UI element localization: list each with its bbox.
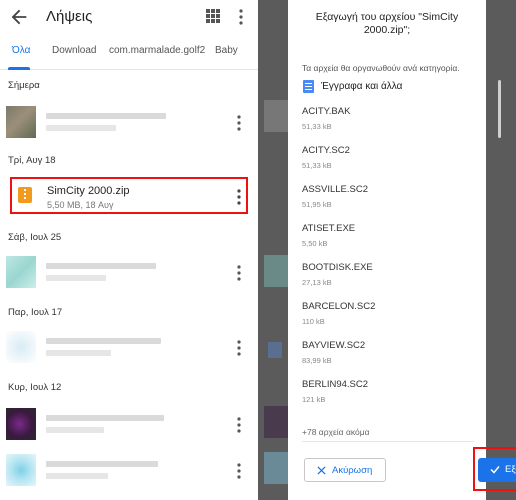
tab-download[interactable]: Download [52, 45, 96, 56]
check-icon [490, 466, 500, 474]
tab-golf[interactable]: com.marmalade.golf2 [109, 45, 205, 56]
file-meta: 5,50 MB, 18 Αυγ [47, 200, 114, 210]
blurred-file-meta [46, 125, 116, 131]
blurred-file-name [46, 113, 166, 119]
file-thumbnail [6, 331, 36, 363]
extract-dialog: Εξαγωγή του αρχείου "SimCity 2000.zip"; … [288, 0, 501, 500]
cancel-button[interactable]: Ακύρωση [304, 458, 386, 482]
zip-file-icon [18, 187, 32, 203]
downloads-screen: Λήψεις Όλα Download com.marmalade.golf2 … [0, 0, 258, 500]
file-list-item-name: ACITY.BAK [302, 106, 351, 117]
back-arrow-icon [266, 8, 282, 24]
file-list-item-name: ATISET.EXE [302, 223, 356, 234]
more-vert-icon[interactable] [234, 188, 244, 206]
blurred-file-meta [46, 473, 108, 479]
list-item[interactable] [0, 250, 258, 296]
more-vert-icon[interactable] [234, 462, 244, 480]
blurred-file-name [46, 338, 161, 344]
cancel-button-label: Ακύρωση [332, 465, 373, 476]
dialog-title: Εξαγωγή του αρχείου "SimCity 2000.zip"; [315, 11, 459, 36]
file-list-item-name: BAYVIEW.SC2 [302, 340, 366, 351]
back-arrow-icon[interactable] [8, 6, 30, 28]
section-header-jul-12: Κυρ, Ιουλ 12 [8, 382, 62, 393]
tab-all[interactable]: Όλα [12, 45, 30, 56]
blurred-file-name [46, 461, 158, 467]
document-icon [303, 80, 314, 93]
list-item[interactable] [0, 402, 258, 448]
app-bar: Λήψεις [0, 0, 258, 34]
file-thumbnail [6, 408, 36, 440]
file-thumbnail [6, 454, 36, 486]
file-list-item-name: ASSVILLE.SC2 [302, 184, 369, 195]
extract-dialog-screen: Εξαγωγή του αρχείου "SimCity 2000.zip"; … [258, 0, 516, 500]
file-list-item-size: 51,33 kB [302, 122, 332, 131]
section-header-jul-25: Σάβ, Ιουλ 25 [8, 232, 62, 243]
file-thumbnail [6, 106, 36, 138]
section-header-today: Σήμερα [8, 80, 40, 91]
dimmed-thumbnail [264, 406, 288, 438]
filter-tabs: Όλα Download com.marmalade.golf2 Baby [0, 34, 258, 70]
file-list-item-size: 51,33 kB [302, 161, 332, 170]
file-list-item-size: 83,99 kB [302, 356, 332, 365]
section-header-aug-18: Τρί, Αυγ 18 [8, 155, 56, 166]
close-icon [317, 466, 326, 475]
active-tab-indicator [8, 67, 30, 70]
extract-button-label: Εξαγωγή [505, 464, 516, 475]
more-vert-icon[interactable] [234, 416, 244, 434]
file-list-item-name: BOOTDISK.EXE [302, 262, 373, 273]
page-title: Λήψεις [46, 8, 93, 25]
dialog-subtitle: Τα αρχεία θα οργανωθούν ανά κατηγορία. [302, 63, 460, 73]
blurred-file-meta [46, 275, 106, 281]
grid-view-icon[interactable] [206, 9, 220, 23]
more-vert-icon[interactable] [234, 339, 244, 357]
file-list-item-size: 27,13 kB [302, 278, 332, 287]
section-header-jul-17: Παρ, Ιουλ 17 [8, 307, 63, 318]
extract-button[interactable]: Εξαγωγή [478, 458, 516, 482]
more-vert-icon[interactable] [234, 264, 244, 282]
blurred-file-meta [46, 350, 111, 356]
list-item[interactable] [0, 100, 258, 146]
blurred-file-name [46, 415, 164, 421]
list-item[interactable] [0, 448, 258, 494]
blurred-file-meta [46, 427, 104, 433]
file-list-item-name: ACITY.SC2 [302, 145, 350, 156]
file-list-item-size: 5,50 kB [302, 239, 328, 248]
file-list-item-size: 51,95 kB [302, 200, 332, 209]
more-vert-icon[interactable] [236, 8, 246, 26]
more-vert-icon[interactable] [234, 114, 244, 132]
tab-baby[interactable]: Baby [215, 45, 238, 56]
dimmed-thumbnail [264, 452, 288, 484]
blurred-file-name [46, 263, 156, 269]
dimmed-thumbnail [264, 255, 288, 287]
divider [302, 441, 474, 442]
more-files-count: +78 αρχεία ακόμα [302, 427, 370, 437]
dimmed-thumbnail [264, 100, 288, 132]
file-name: SimCity 2000.zip [47, 185, 130, 197]
scrollbar[interactable] [498, 80, 501, 138]
file-thumbnail [6, 256, 36, 288]
file-list-item-name: BARCELON.SC2 [302, 301, 376, 312]
file-list-item-size: 110 kB [302, 317, 325, 326]
list-item-simcity-zip[interactable]: SimCity 2000.zip 5,50 MB, 18 Αυγ [10, 177, 248, 214]
file-list-item-name: BERLIN94.SC2 [302, 379, 369, 390]
dimmed-thumbnail [268, 342, 282, 358]
list-item[interactable] [0, 325, 258, 371]
file-list-item-size: 121 kB [302, 395, 326, 404]
category-label: Έγγραφα και άλλα [321, 81, 403, 92]
